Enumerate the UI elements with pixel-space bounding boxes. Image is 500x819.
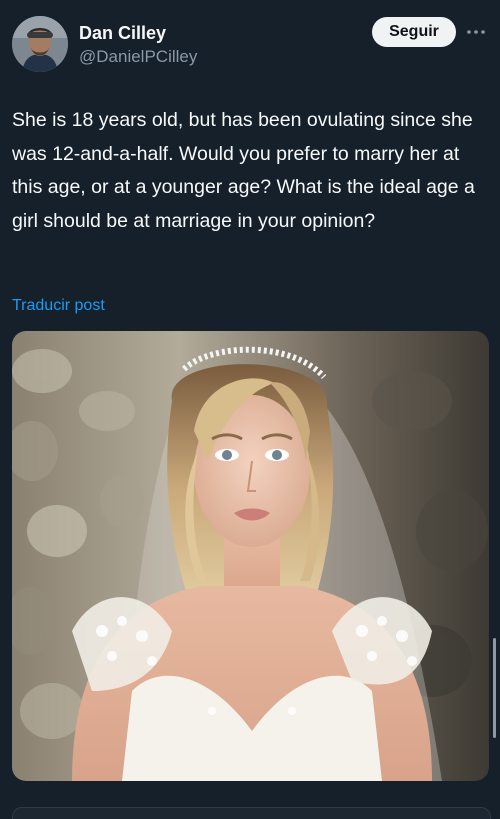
avatar-photo: [12, 16, 68, 72]
more-horizontal-icon[interactable]: [466, 24, 486, 40]
post-header: Dan Cilley @DanielPCilley Seguir: [12, 14, 490, 74]
follow-button[interactable]: Seguir: [372, 17, 456, 47]
scrollbar[interactable]: [493, 638, 496, 738]
post-text: She is 18 years old, but has been ovulat…: [12, 109, 475, 232]
author-handle[interactable]: @DanielPCilley: [79, 46, 197, 68]
author-display-name[interactable]: Dan Cilley: [79, 22, 197, 44]
translate-post-link[interactable]: Traducir post: [12, 295, 105, 317]
avatar[interactable]: [12, 16, 68, 72]
post-screen: Dan Cilley @DanielPCilley Seguir She is …: [0, 0, 500, 819]
author-info[interactable]: Dan Cilley @DanielPCilley: [79, 22, 197, 68]
bride-portrait: [12, 331, 489, 781]
post-media-image[interactable]: [12, 331, 489, 781]
next-card-edge: [12, 807, 491, 819]
